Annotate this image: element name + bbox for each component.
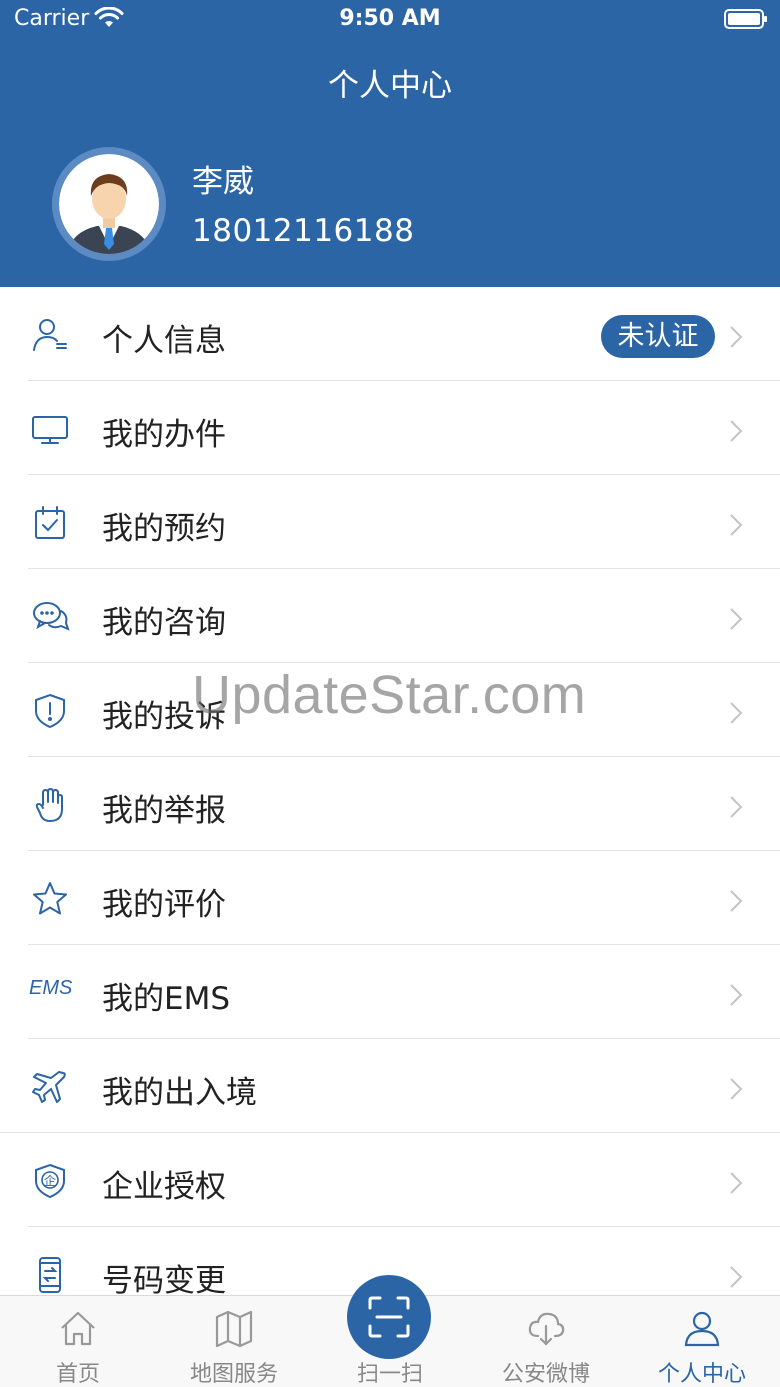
chevron-right-icon — [730, 1078, 743, 1100]
person-icon — [684, 1311, 720, 1347]
map-icon — [215, 1310, 253, 1348]
avatar-person-icon — [59, 154, 159, 254]
airplane-icon — [30, 1069, 70, 1105]
menu-list: 个人信息 未认证 我的办件 我的预约 我的咨询 我的投诉 我的举报 我的评价 E… — [0, 287, 780, 1295]
user-phone: 18012116188 — [192, 213, 415, 249]
tab-personal-center[interactable]: 个人中心 — [624, 1296, 780, 1387]
menu-item-my-entry-exit[interactable]: 我的出入境 — [0, 1039, 780, 1133]
tab-home[interactable]: 首页 — [0, 1296, 156, 1387]
hand-icon — [30, 787, 70, 823]
menu-item-label: 我的投诉 — [102, 699, 226, 735]
menu-item-my-reports[interactable]: 我的举报 — [0, 757, 780, 851]
battery-icon — [724, 9, 767, 29]
verification-status-badge: 未认证 — [601, 315, 715, 358]
clock: 9:50 AM — [339, 6, 441, 31]
menu-item-personal-info[interactable]: 个人信息 未认证 — [0, 287, 780, 381]
menu-item-my-consultations[interactable]: 我的咨询 — [0, 569, 780, 663]
monitor-icon — [30, 411, 70, 447]
chevron-right-icon — [730, 326, 743, 348]
ems-text-icon: EMS — [29, 977, 73, 999]
menu-item-label: 个人信息 — [102, 323, 226, 359]
chevron-right-icon — [730, 1172, 743, 1194]
chat-bubbles-icon — [30, 599, 70, 635]
menu-item-my-cases[interactable]: 我的办件 — [0, 381, 780, 475]
tab-label: 个人中心 — [657, 1362, 746, 1387]
tab-label: 公安微博 — [501, 1362, 590, 1387]
chevron-right-icon — [730, 702, 743, 724]
tab-map-service[interactable]: 地图服务 — [156, 1296, 312, 1387]
chevron-right-icon — [730, 514, 743, 536]
home-icon — [61, 1311, 95, 1346]
chevron-right-icon — [730, 1266, 743, 1288]
person-icon — [30, 317, 70, 353]
avatar[interactable] — [52, 147, 166, 261]
menu-item-my-appointments[interactable]: 我的预约 — [0, 475, 780, 569]
menu-item-label: 我的咨询 — [102, 605, 226, 641]
chevron-right-icon — [730, 796, 743, 818]
tab-label: 地图服务 — [189, 1362, 278, 1387]
cloud-icon — [528, 1312, 565, 1346]
menu-item-label: 我的EMS — [102, 981, 231, 1017]
status-bar: Carrier 9:50 AM — [0, 0, 780, 40]
profile-header: Carrier 9:50 AM 个人中心 李威 18012116188 — [0, 0, 780, 287]
menu-item-my-ems[interactable]: EMS 我的EMS — [0, 945, 780, 1039]
calendar-check-icon — [30, 505, 70, 541]
menu-item-label: 我的办件 — [102, 417, 226, 453]
menu-item-label: 企业授权 — [102, 1169, 226, 1205]
enterprise-shield-icon: 企 — [30, 1163, 70, 1199]
menu-item-label: 号码变更 — [102, 1263, 226, 1295]
menu-item-label: 我的预约 — [102, 511, 226, 547]
menu-item-enterprise-authorization[interactable]: 企 企业授权 — [0, 1133, 780, 1227]
screen: Carrier 9:50 AM 个人中心 李威 18012116188 个人信息… — [0, 0, 780, 1387]
menu-item-label: 我的评价 — [102, 887, 226, 923]
chevron-right-icon — [730, 984, 743, 1006]
menu-item-my-reviews[interactable]: 我的评价 — [0, 851, 780, 945]
scan-icon — [368, 1296, 410, 1338]
tab-label: 扫一扫 — [356, 1362, 423, 1387]
chevron-right-icon — [730, 890, 743, 912]
menu-item-my-complaints[interactable]: 我的投诉 — [0, 663, 780, 757]
menu-item-label: 我的举报 — [102, 793, 226, 829]
user-name: 李威 — [192, 164, 254, 200]
star-icon — [30, 881, 70, 917]
chevron-right-icon — [730, 420, 743, 442]
svg-text:企: 企 — [44, 1173, 56, 1188]
page-title: 个人中心 — [328, 68, 452, 104]
tab-police-weibo[interactable]: 公安微博 — [468, 1296, 624, 1387]
tab-label: 首页 — [55, 1362, 100, 1387]
phone-swap-icon — [30, 1257, 70, 1293]
shield-exclamation-icon — [30, 693, 70, 729]
chevron-right-icon — [730, 608, 743, 630]
menu-item-label: 我的出入境 — [102, 1075, 257, 1111]
scan-button[interactable] — [347, 1275, 431, 1359]
